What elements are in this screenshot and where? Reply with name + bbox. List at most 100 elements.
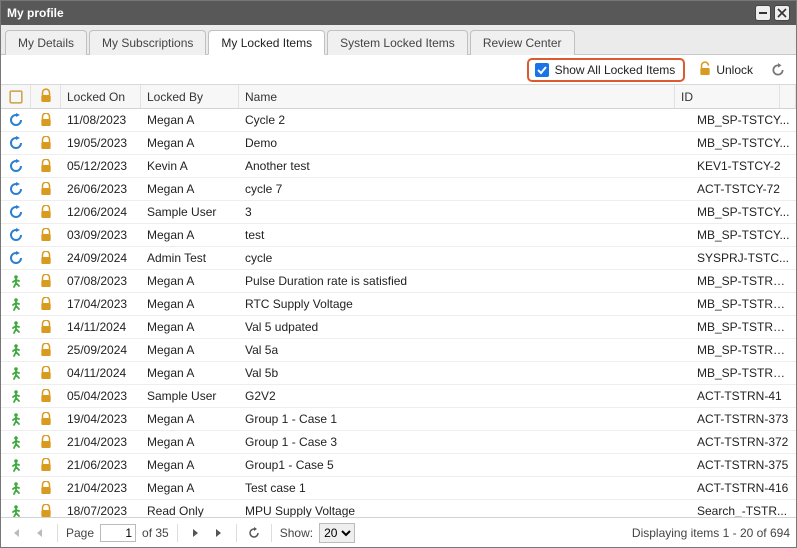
cell-id: MB_SP-TSTRN... xyxy=(691,343,796,357)
tab-system-locked-items[interactable]: System Locked Items xyxy=(327,30,468,55)
table-row[interactable]: 05/12/2023Kevin AAnother testKEV1-TSTCY-… xyxy=(1,155,796,178)
testrun-icon xyxy=(9,366,23,380)
tab-review-center[interactable]: Review Center xyxy=(470,30,575,55)
tab-label: My Locked Items xyxy=(221,36,312,50)
lock-icon xyxy=(39,435,53,449)
cell-id: ACT-TSTRN-373 xyxy=(691,412,796,426)
cell-locked-on: 26/06/2023 xyxy=(61,182,141,196)
cell-name: Val 5 udpated xyxy=(239,320,691,334)
cell-name: Test case 1 xyxy=(239,481,691,495)
page-of: of 35 xyxy=(142,526,169,540)
row-type-icon-cell xyxy=(1,251,31,265)
pager-status: Displaying items 1 - 20 of 694 xyxy=(632,526,790,540)
testrun-icon xyxy=(9,320,23,334)
cell-id: MB_SP-TSTCY... xyxy=(691,205,796,219)
table-row[interactable]: 19/04/2023Megan AGroup 1 - Case 1ACT-TST… xyxy=(1,408,796,431)
lock-icon xyxy=(39,297,53,311)
row-lock-icon-cell xyxy=(31,435,61,449)
page-label: Page xyxy=(66,526,94,540)
close-icon xyxy=(777,8,787,18)
table-row[interactable]: 24/09/2024Admin TestcycleSYSPRJ-TSTC... xyxy=(1,247,796,270)
table-row[interactable]: 17/04/2023Megan ARTC Supply VoltageMB_SP… xyxy=(1,293,796,316)
row-type-icon-cell xyxy=(1,481,31,495)
prev-page-button[interactable] xyxy=(31,524,49,542)
last-page-button[interactable] xyxy=(210,524,228,542)
lock-icon xyxy=(39,481,53,495)
lock-icon xyxy=(39,113,53,127)
row-lock-icon-cell xyxy=(31,274,61,288)
cell-locked-by: Megan A xyxy=(141,113,239,127)
cell-locked-by: Sample User xyxy=(141,389,239,403)
row-lock-icon-cell xyxy=(31,297,61,311)
table-row[interactable]: 18/07/2023Read OnlyMPU Supply VoltageSea… xyxy=(1,500,796,517)
pager-refresh-icon xyxy=(248,527,260,539)
tab-my-subscriptions[interactable]: My Subscriptions xyxy=(89,30,206,55)
column-lock[interactable] xyxy=(31,85,61,108)
table-row[interactable]: 21/04/2023Megan ATest case 1ACT-TSTRN-41… xyxy=(1,477,796,500)
page-input[interactable] xyxy=(100,524,136,542)
pager-refresh-button[interactable] xyxy=(245,524,263,542)
table-row[interactable]: 21/04/2023Megan AGroup 1 - Case 3ACT-TST… xyxy=(1,431,796,454)
lock-icon xyxy=(39,389,53,403)
row-lock-icon-cell xyxy=(31,343,61,357)
page-size-select[interactable]: 20 xyxy=(319,523,355,543)
cell-id: ACT-TSTRN-41 xyxy=(691,389,796,403)
lock-icon xyxy=(39,504,53,517)
lock-icon xyxy=(39,343,53,357)
cell-locked-by: Megan A xyxy=(141,481,239,495)
show-all-checkbox[interactable] xyxy=(535,63,549,77)
tab-my-locked-items[interactable]: My Locked Items xyxy=(208,30,325,55)
table-row[interactable]: 05/04/2023Sample UserG2V2ACT-TSTRN-41 xyxy=(1,385,796,408)
row-type-icon-cell xyxy=(1,228,31,242)
table-row[interactable]: 19/05/2023Megan ADemoMB_SP-TSTCY... xyxy=(1,132,796,155)
column-locked-by[interactable]: Locked By xyxy=(141,85,239,108)
cell-locked-by: Megan A xyxy=(141,458,239,472)
column-locked-on[interactable]: Locked On xyxy=(61,85,141,108)
close-button[interactable] xyxy=(774,5,790,21)
cell-locked-on: 24/09/2024 xyxy=(61,251,141,265)
next-page-button[interactable] xyxy=(186,524,204,542)
lock-icon xyxy=(39,136,53,150)
first-page-button[interactable] xyxy=(7,524,25,542)
table-row[interactable]: 04/11/2024Megan AVal 5bMB_SP-TSTRN... xyxy=(1,362,796,385)
cycle-icon xyxy=(9,205,23,219)
testrun-icon xyxy=(9,274,23,288)
table-row[interactable]: 25/09/2024Megan AVal 5aMB_SP-TSTRN... xyxy=(1,339,796,362)
table-row[interactable]: 07/08/2023Megan APulse Duration rate is … xyxy=(1,270,796,293)
row-type-icon-cell xyxy=(1,435,31,449)
cell-id: MB_SP-TSTCY... xyxy=(691,136,796,150)
cell-locked-on: 14/11/2024 xyxy=(61,320,141,334)
table-row[interactable]: 11/08/2023Megan ACycle 2MB_SP-TSTCY... xyxy=(1,109,796,132)
cell-name: cycle 7 xyxy=(239,182,691,196)
table-row[interactable]: 26/06/2023Megan Acycle 7ACT-TSTCY-72 xyxy=(1,178,796,201)
refresh-button[interactable] xyxy=(766,60,790,80)
cell-id: Search_-TSTR... xyxy=(691,504,796,517)
cycle-icon xyxy=(9,113,23,127)
column-type[interactable] xyxy=(1,85,31,108)
type-header-icon xyxy=(9,90,23,104)
grid-body[interactable]: 11/08/2023Megan ACycle 2MB_SP-TSTCY...19… xyxy=(1,109,796,517)
row-lock-icon-cell xyxy=(31,458,61,472)
table-row[interactable]: 03/09/2023Megan AtestMB_SP-TSTCY... xyxy=(1,224,796,247)
minimize-button[interactable] xyxy=(755,5,771,21)
row-lock-icon-cell xyxy=(31,320,61,334)
table-row[interactable]: 21/06/2023Megan AGroup1 - Case 5ACT-TSTR… xyxy=(1,454,796,477)
column-name[interactable]: Name xyxy=(239,85,675,108)
column-id[interactable]: ID xyxy=(675,85,780,108)
tab-my-details[interactable]: My Details xyxy=(5,30,87,55)
unlock-button[interactable]: Unlock xyxy=(693,60,758,80)
table-row[interactable]: 14/11/2024Megan AVal 5 udpatedMB_SP-TSTR… xyxy=(1,316,796,339)
cell-id: ACT-TSTRN-416 xyxy=(691,481,796,495)
tab-label: My Subscriptions xyxy=(102,36,193,50)
row-type-icon-cell xyxy=(1,458,31,472)
row-lock-icon-cell xyxy=(31,205,61,219)
show-label: Show: xyxy=(280,526,313,540)
prev-page-icon xyxy=(34,527,46,539)
last-page-icon xyxy=(213,527,225,539)
cell-name: Group 1 - Case 1 xyxy=(239,412,691,426)
cell-name: test xyxy=(239,228,691,242)
table-row[interactable]: 12/06/2024Sample User3MB_SP-TSTCY... xyxy=(1,201,796,224)
cell-locked-on: 21/04/2023 xyxy=(61,481,141,495)
cell-locked-on: 18/07/2023 xyxy=(61,504,141,517)
tabstrip: My Details My Subscriptions My Locked Item… xyxy=(1,25,796,55)
